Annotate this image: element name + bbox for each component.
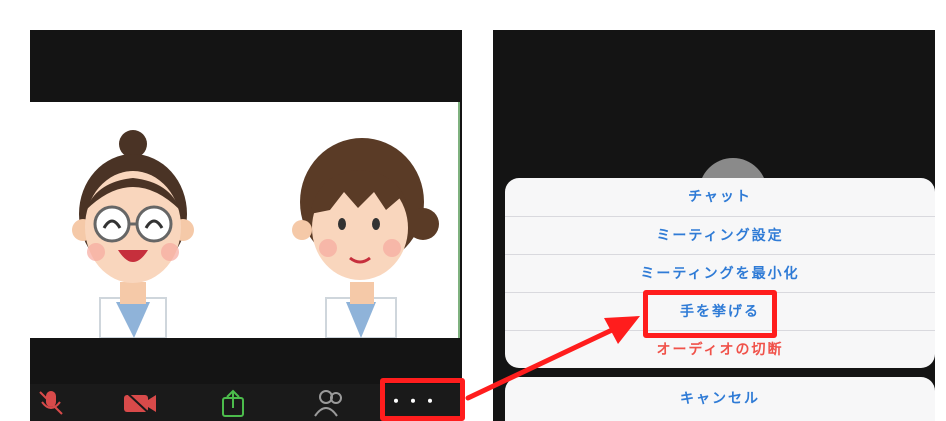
participant-avatar-2 — [292, 138, 439, 338]
more-button-highlight — [380, 378, 465, 421]
cancel-button[interactable]: キャンセル — [505, 377, 935, 421]
participants-illustration — [72, 130, 439, 338]
share-screen-icon[interactable] — [218, 388, 248, 418]
raise-hand-highlight — [643, 290, 777, 338]
participant-video-area — [30, 102, 460, 338]
participant-avatar-1 — [72, 130, 194, 338]
more-action-sheet: チャット ミーティング設定 ミーティングを最小化 手を挙げる オーディオの切断 — [505, 178, 935, 368]
menu-item-minimize-meeting[interactable]: ミーティングを最小化 — [505, 254, 935, 293]
menu-item-meeting-settings[interactable]: ミーティング設定 — [505, 216, 935, 255]
menu-item-chat[interactable]: チャット — [505, 178, 935, 216]
video-off-icon[interactable] — [122, 388, 158, 418]
microphone-muted-icon[interactable] — [36, 388, 66, 418]
cancel-sheet: キャンセル — [505, 377, 935, 421]
participants-icon[interactable] — [312, 388, 348, 418]
video-meeting-screen: ・・・ — [30, 30, 462, 421]
meeting-more-menu-screen: チャット ミーティング設定 ミーティングを最小化 手を挙げる オーディオの切断 … — [493, 30, 935, 421]
